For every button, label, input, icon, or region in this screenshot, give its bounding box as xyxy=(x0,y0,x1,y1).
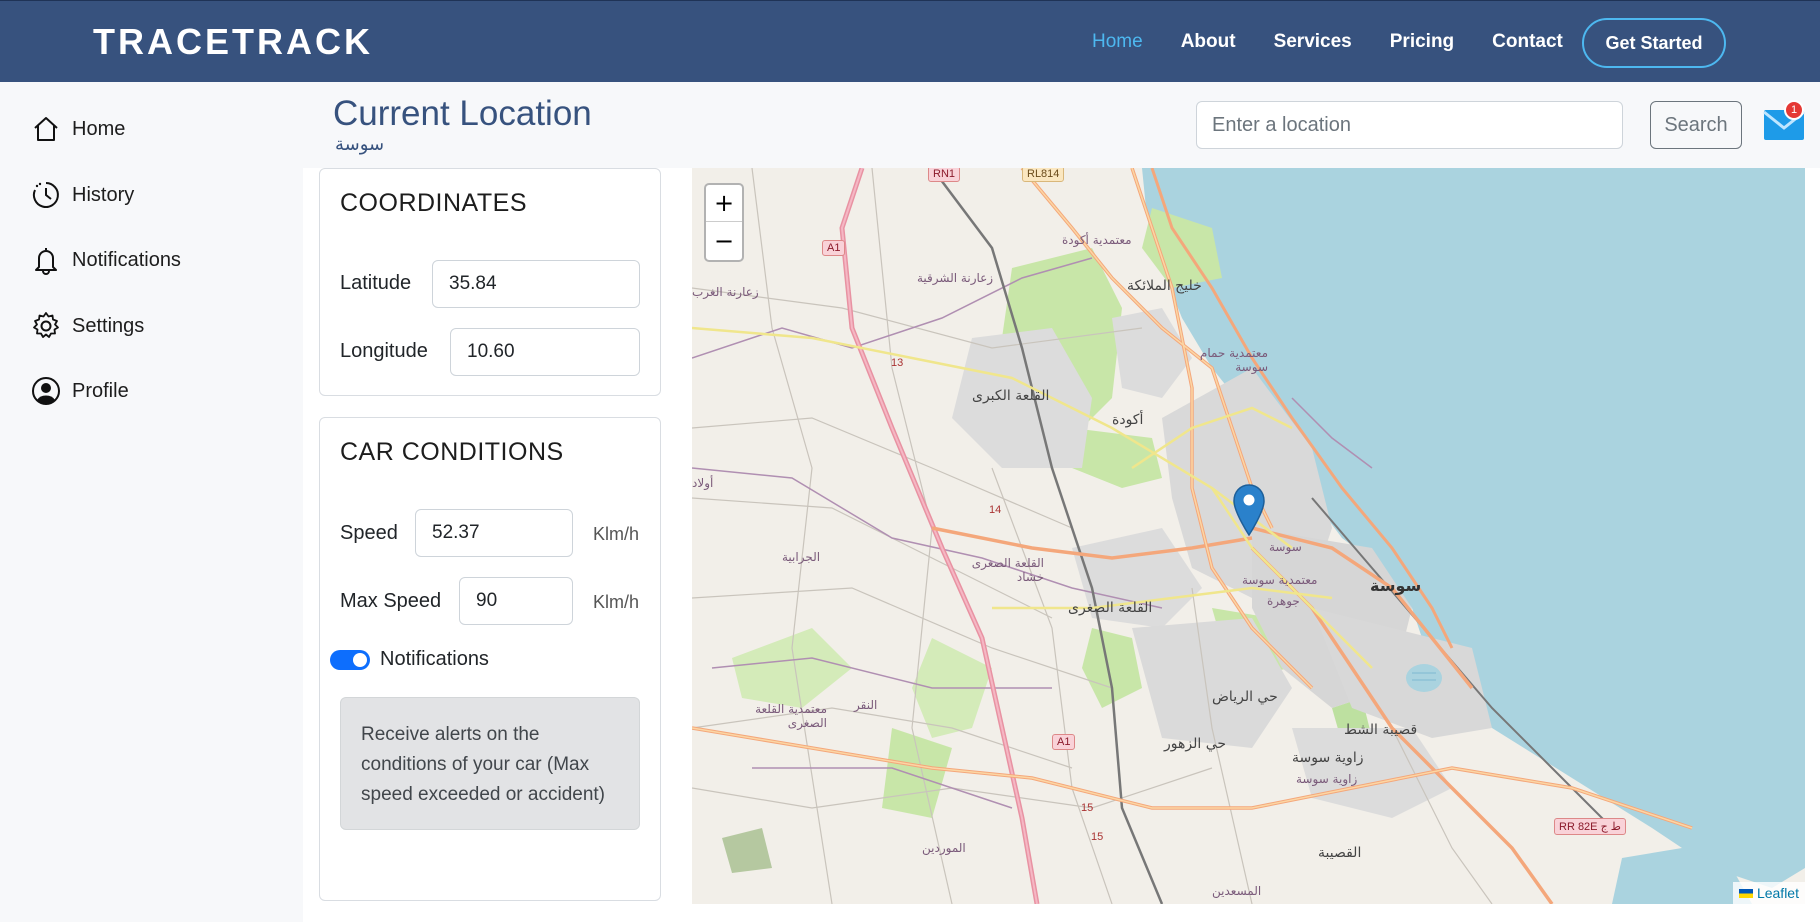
map-label-qasiba-chat: قصيبة الشط xyxy=(1344,722,1418,738)
map-label-kalaa-soghra: القلعة الصغرى xyxy=(1068,600,1153,616)
max-speed-field[interactable] xyxy=(459,577,573,625)
gear-icon xyxy=(30,310,62,342)
road-shield-rn1: RN1 xyxy=(928,168,961,182)
search-button[interactable]: Search xyxy=(1650,101,1742,149)
map-label-zouhour: حي الزهور xyxy=(1164,736,1227,752)
map-label-riadh: حي الرياض xyxy=(1212,689,1278,705)
zoom-out-button[interactable]: − xyxy=(706,222,742,259)
nav-link-about[interactable]: About xyxy=(1181,31,1236,53)
max-speed-label: Max Speed xyxy=(340,590,442,612)
nav-link-pricing[interactable]: Pricing xyxy=(1390,31,1454,53)
home-icon xyxy=(30,113,62,145)
nav-link-services[interactable]: Services xyxy=(1274,31,1352,53)
speed-field[interactable] xyxy=(415,509,573,557)
ukraine-flag-icon xyxy=(1738,888,1753,898)
sidebar-item-label: History xyxy=(72,183,135,206)
nav-link-home[interactable]: Home xyxy=(1092,31,1143,53)
map-label-zaouiet-gharb: زعارنة الغرب xyxy=(692,285,759,299)
map-attribution[interactable]: Leaflet xyxy=(1732,882,1805,904)
road-number-15b: 15 xyxy=(1091,831,1104,843)
map-label-akouda: أكودة xyxy=(1112,412,1144,428)
map-label-hammam-delegation: معتمدية حمام سوسة xyxy=(1199,346,1268,374)
map-label-akouda-delegation: معتمدية أكودة xyxy=(1062,233,1132,247)
map-marker-pin-icon[interactable] xyxy=(1232,484,1266,536)
map-label-sousse-city: سوسة xyxy=(1370,576,1422,595)
map-label-zaouiet-sousse-delegation: زاوية سوسة xyxy=(1296,772,1358,786)
road-number-15a: 15 xyxy=(1081,802,1094,814)
sidebar: Home History Notifications Settings Prof… xyxy=(0,82,303,922)
notifications-info-alert: Receive alerts on the conditions of your… xyxy=(340,697,640,830)
sidebar-item-settings[interactable]: Settings xyxy=(30,306,144,346)
coordinates-card: COORDINATES Latitude Longitude xyxy=(319,168,661,396)
nav-links: Home About Services Pricing Contact xyxy=(1092,1,1601,83)
road-shield-rl814: RL814 xyxy=(1022,168,1065,182)
top-navbar: TRACETRACK Home About Services Pricing C… xyxy=(0,0,1820,82)
user-icon xyxy=(30,375,62,407)
max-speed-unit: Klm/h xyxy=(593,592,640,612)
map-label-zaouiet-sousse: زاوية سوسة xyxy=(1292,750,1364,766)
bell-icon xyxy=(30,244,62,276)
sidebar-item-notifications[interactable]: Notifications xyxy=(30,240,181,280)
coordinates-title: COORDINATES xyxy=(340,189,527,217)
map-label-kalaa-kebira: القلعة الكبرى xyxy=(972,388,1050,404)
page-title: Current Location xyxy=(333,94,592,133)
location-name: سوسة xyxy=(335,134,385,155)
map-label-ouled: أولاد xyxy=(692,476,714,490)
sidebar-item-label: Profile xyxy=(72,379,129,402)
latitude-label: Latitude xyxy=(340,272,412,294)
toggle-knob xyxy=(353,653,367,667)
map-label-jawhara: جوهرة xyxy=(1267,594,1300,608)
sidebar-item-profile[interactable]: Profile xyxy=(30,371,129,411)
map-label-jerabia: الجرابية xyxy=(782,550,821,564)
map-label-zaouiet-sharqia: زعارنة الشرقية xyxy=(917,271,994,285)
map-label-sousse-neighborhood: سوسة xyxy=(1269,540,1302,554)
attribution-link[interactable]: Leaflet xyxy=(1757,885,1799,901)
mail-badge: 1 xyxy=(1784,100,1804,120)
latitude-field[interactable] xyxy=(432,260,640,308)
get-started-button[interactable]: Get Started xyxy=(1582,18,1726,68)
sidebar-item-label: Notifications xyxy=(72,248,181,271)
map-label-qusaiba: القصيبة xyxy=(1318,845,1362,861)
road-shield-a1-top: A1 xyxy=(822,240,846,256)
speed-unit: Klm/h xyxy=(593,524,640,544)
map-label-kalaa-soghra-delegation: القلعة الصغرى خشاد xyxy=(971,556,1044,584)
map-label-kalaa-soghra-delegation-2: معتمدية القلعة الصغرى xyxy=(755,702,827,730)
map-label-mouradine: الموردين xyxy=(922,841,966,855)
map-zoom-control: + − xyxy=(704,183,744,262)
map-label-naqr: النقر xyxy=(854,698,878,712)
road-number-13: 13 xyxy=(891,357,904,369)
sidebar-item-history[interactable]: History xyxy=(30,175,134,215)
page-header: Current Location سوسة Search 1 xyxy=(303,82,1820,168)
sidebar-item-home[interactable]: Home xyxy=(30,109,125,149)
car-conditions-title: CAR CONDITIONS xyxy=(340,438,564,466)
road-shield-rr82e: RR 82E ط ج xyxy=(1554,818,1626,835)
map-label-msaadin: المسعدين xyxy=(1212,884,1262,898)
sidebar-item-label: Settings xyxy=(72,314,145,337)
notifications-toggle[interactable] xyxy=(330,650,370,670)
speed-label: Speed xyxy=(340,522,398,544)
longitude-label: Longitude xyxy=(340,340,428,362)
notifications-toggle-label: Notifications xyxy=(380,648,489,670)
location-search-input[interactable] xyxy=(1196,101,1623,149)
nav-link-contact[interactable]: Contact xyxy=(1492,31,1563,53)
longitude-field[interactable] xyxy=(450,328,640,376)
map-tiles xyxy=(692,168,1805,904)
road-number-14: 14 xyxy=(989,504,1002,516)
road-shield-a1-bottom: A1 xyxy=(1052,734,1076,750)
sidebar-item-label: Home xyxy=(72,117,126,140)
history-icon xyxy=(30,179,62,211)
map-label-khelij-malaika: خليج الملائكة xyxy=(1127,278,1202,294)
zoom-in-button[interactable]: + xyxy=(706,185,742,222)
map-label-sousse-delegation: معتمدية سوسة xyxy=(1242,573,1318,587)
location-map[interactable]: RN1 RL814 A1 A1 13 14 15 15 RR 82E ط ج م… xyxy=(692,168,1805,904)
brand-logo[interactable]: TRACETRACK xyxy=(93,21,373,63)
